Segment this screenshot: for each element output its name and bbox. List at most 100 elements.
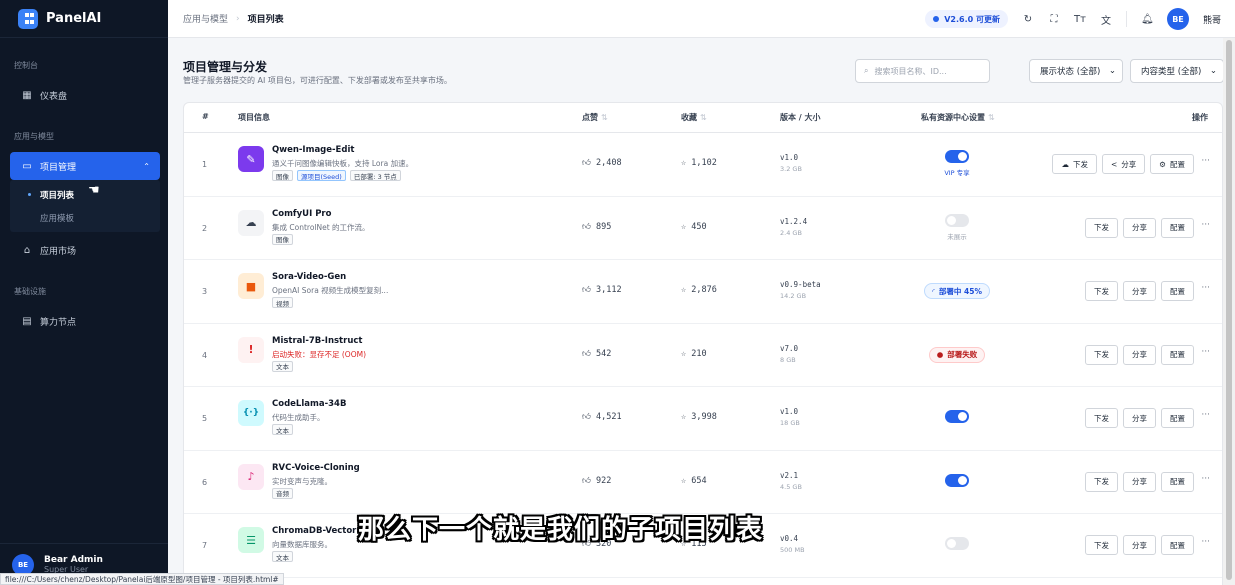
deploy-button[interactable]: 下发: [1085, 281, 1118, 301]
breadcrumb-item[interactable]: 应用与模型: [183, 12, 228, 25]
project-name[interactable]: Mistral-7B-Instruct: [272, 336, 362, 346]
config-button[interactable]: 配置: [1161, 408, 1194, 428]
sidebar-item-project-management[interactable]: ▭ 项目管理 ⌃: [10, 152, 160, 180]
col-private[interactable]: 私有资源中心设置 ⇅: [921, 112, 995, 123]
more-icon[interactable]: ···: [1201, 220, 1210, 230]
more-icon[interactable]: ···: [1201, 410, 1210, 420]
likes-count: 👍︎ 922: [582, 475, 612, 486]
scrollbar[interactable]: [1223, 38, 1235, 585]
project-name[interactable]: Sora-Video-Gen: [272, 272, 346, 282]
table-row[interactable]: 5 {·} CodeLlama-34B 代码生成助手。 文本 👍︎ 4,521 …: [184, 387, 1222, 451]
row-actions: 下发 分享 配置: [1085, 408, 1194, 428]
private-setting: 未展示: [924, 213, 990, 241]
col-likes[interactable]: 点赞 ⇅: [582, 112, 608, 123]
private-toggle[interactable]: [945, 410, 969, 423]
deploy-button[interactable]: 下发: [1085, 217, 1118, 238]
project-name[interactable]: ComfyUI Pro: [272, 209, 331, 219]
table-row[interactable]: 6 ♪ RVC-Voice-Cloning 实时变声与克隆。 音频 👍︎ 922…: [184, 451, 1222, 514]
share-button[interactable]: 分享: [1123, 344, 1156, 365]
config-button[interactable]: ⚙ 配置: [1150, 154, 1194, 174]
brand[interactable]: PanelAI: [0, 0, 168, 38]
project-name[interactable]: ChromaDB-Vector: [272, 526, 356, 536]
more-icon[interactable]: ···: [1201, 156, 1210, 166]
favs-count: ☆ 3,998: [681, 412, 717, 422]
more-icon[interactable]: ···: [1201, 474, 1210, 484]
code-braces-icon: {·}: [238, 400, 264, 426]
version: v0.4: [780, 534, 799, 543]
private-toggle[interactable]: [945, 213, 969, 227]
private-toggle[interactable]: [945, 537, 969, 550]
spinner-icon: ◜: [932, 286, 935, 296]
share-button[interactable]: 分享: [1123, 217, 1156, 238]
config-button[interactable]: 配置: [1161, 535, 1194, 555]
more-icon[interactable]: ···: [1201, 347, 1210, 357]
sort-icon: ⇅: [988, 113, 995, 122]
project-desc: 代码生成助手。: [272, 413, 325, 422]
more-icon[interactable]: ···: [1201, 537, 1210, 547]
thumbs-up-icon: 👍︎: [582, 348, 597, 359]
sidebar-subitem-project-list[interactable]: 项目列表: [10, 183, 160, 206]
sort-icon: ⇅: [601, 113, 608, 122]
sidebar-subitem-app-templates[interactable]: 应用模板: [10, 206, 160, 229]
config-button[interactable]: 配置: [1161, 344, 1194, 365]
table-row[interactable]: 1 ✎ Qwen-Image-Edit 通义千问图像编辑快板，支持 Lora 加…: [184, 133, 1222, 197]
tag-list: 文本: [272, 551, 293, 562]
bell-icon[interactable]: 🔔︎: [1141, 14, 1154, 25]
nav-section-console: 控制台: [14, 61, 38, 70]
config-button[interactable]: 配置: [1161, 217, 1194, 238]
share-button[interactable]: 分享: [1123, 535, 1156, 555]
server-icon: ▤: [22, 315, 32, 327]
project-desc: OpenAI Sora 视频生成模型复刻...: [272, 286, 389, 295]
status-filter-select[interactable]: 展示状态 (全部) ⌄: [1029, 59, 1123, 83]
deploy-button[interactable]: 下发: [1085, 535, 1118, 555]
tag: 音频: [272, 487, 293, 499]
version-badge[interactable]: V2.6.0 可更新: [925, 10, 1008, 28]
failed-status-badge: ● 部署失败: [928, 346, 986, 363]
config-button[interactable]: 配置: [1161, 281, 1194, 301]
avatar[interactable]: BE: [1166, 8, 1189, 30]
comfyui-icon: ☁: [238, 209, 264, 236]
col-info: 项目信息: [238, 113, 270, 122]
browser-status-url: file:///C:/Users/chenz/Desktop/Panelai后端…: [0, 573, 284, 585]
share-button[interactable]: 分享: [1123, 471, 1156, 492]
image-edit-icon: ✎: [238, 146, 264, 172]
row-actions: ☁ 下发 < 分享 ⚙ 配置: [1052, 154, 1194, 174]
font-size-icon[interactable]: Tт: [1074, 14, 1086, 25]
store-icon: ⌂: [23, 244, 31, 256]
col-favs[interactable]: 收藏 ⇅: [681, 112, 707, 123]
fullscreen-icon[interactable]: ⛶: [1048, 14, 1060, 25]
top-user-name[interactable]: 熊哥: [1203, 13, 1221, 26]
type-filter-select[interactable]: 内容类型 (全部) ⌄: [1130, 59, 1224, 83]
project-desc: 向量数据库服务。: [272, 540, 332, 549]
config-button[interactable]: 配置: [1161, 471, 1194, 492]
deploy-button[interactable]: ☁ 下发: [1052, 154, 1097, 174]
likes-count: 👍︎ 542: [582, 348, 612, 359]
project-name[interactable]: CodeLlama-34B: [272, 399, 346, 409]
star-icon: ☆: [681, 158, 692, 168]
sidebar-item-dashboard[interactable]: ▦ 仪表盘: [0, 81, 168, 109]
panelai-logo-icon: [18, 8, 38, 29]
share-button[interactable]: < 分享: [1101, 154, 1146, 174]
private-label: VIP 专享: [944, 169, 970, 177]
table-row[interactable]: 3 ■ Sora-Video-Gen OpenAI Sora 视频生成模型复刻.…: [184, 260, 1222, 324]
translate-icon[interactable]: 文: [1100, 12, 1112, 27]
deploy-button[interactable]: 下发: [1085, 408, 1118, 428]
sidebar-item-app-market[interactable]: ⌂ 应用市场: [0, 236, 168, 264]
private-toggle[interactable]: [945, 150, 969, 163]
share-button[interactable]: 分享: [1123, 281, 1156, 301]
deploy-button[interactable]: 下发: [1085, 344, 1118, 365]
search-input[interactable]: ⌕ 搜索项目名称、ID...: [855, 59, 990, 83]
likes-count: 👍︎ 2,408: [582, 158, 622, 168]
share-button[interactable]: 分享: [1123, 408, 1156, 428]
more-icon[interactable]: ···: [1201, 283, 1210, 293]
project-name[interactable]: Qwen-Image-Edit: [272, 145, 354, 155]
table-row[interactable]: 2 ☁ ComfyUI Pro 集成 ControlNet 的工作流。 图像 👍…: [184, 197, 1222, 260]
private-toggle[interactable]: [945, 473, 969, 487]
deploy-button[interactable]: 下发: [1085, 471, 1118, 492]
refresh-icon[interactable]: ↻: [1022, 14, 1034, 25]
scrollbar-thumb[interactable]: [1226, 40, 1232, 580]
sidebar-item-compute-nodes[interactable]: ▤ 算力节点: [0, 307, 168, 335]
table-row[interactable]: 4 ! Mistral-7B-Instruct 启动失败：显存不足 (OOM) …: [184, 324, 1222, 387]
project-name[interactable]: RVC-Voice-Cloning: [272, 463, 360, 473]
col-version: 版本 / 大小: [780, 113, 821, 122]
